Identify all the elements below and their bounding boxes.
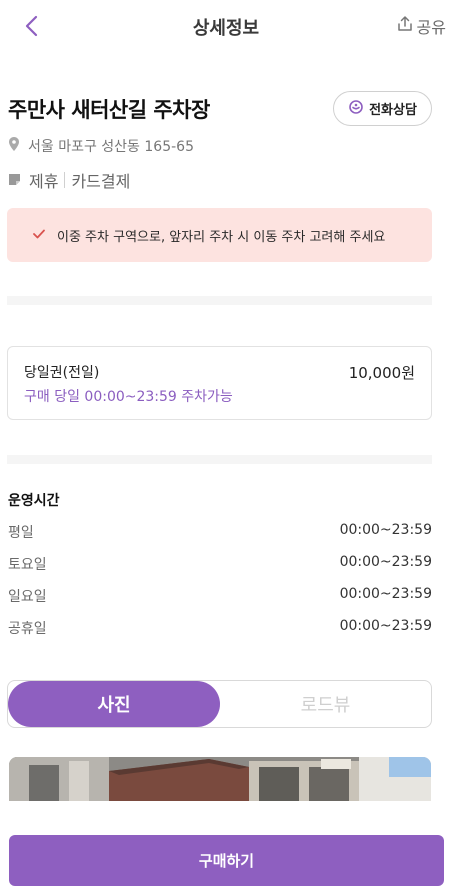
call-consult-button[interactable]: 전화상담 [333,91,432,126]
tag-list: 제휴 카드결제 [8,168,130,192]
operating-hours-title: 운영시간 [8,493,60,509]
hours-day: 일요일 [8,589,47,605]
tag-partner: 제휴 [29,172,59,191]
page-title: 상세정보 [192,18,260,39]
notice-text: 이중 주차 구역으로, 앞자리 주차 시 이동 주차 고려해 주세요 [57,229,386,245]
location-pin-icon [8,136,20,156]
media-tabs: 사진 로드뷰 [7,680,432,728]
hours-day: 토요일 [8,557,47,573]
tag-separator [64,172,66,188]
parking-lot-name: 주만사 새터산길 주차장 [8,98,210,122]
address-text: 서울 마포구 성산동 165-65 [28,139,194,155]
share-button[interactable]: 공유 [396,14,446,38]
share-label: 공유 [416,18,446,37]
ticket-card[interactable]: 당일권(전일) 10,000원 구매 당일 00:00~23:59 주차가능 [7,346,432,420]
hours-row: 공휴일 00:00~23:59 [8,618,432,638]
tag-card-payment: 카드결제 [71,172,131,191]
hours-day: 평일 [8,525,34,541]
hours-time: 00:00~23:59 [339,522,432,538]
section-divider [7,296,432,305]
hours-time: 00:00~23:59 [339,554,432,570]
tag-icon [8,171,21,190]
tab-roadview[interactable]: 로드뷰 [220,681,431,727]
hours-time: 00:00~23:59 [339,586,432,602]
tab-photo[interactable]: 사진 [8,681,220,727]
section-divider [7,455,432,464]
parking-lot-photo[interactable] [9,757,431,801]
purchase-button[interactable]: 구매하기 [9,835,444,886]
hours-row: 평일 00:00~23:59 [8,522,432,542]
top-bar: 상세정보 공유 [0,0,452,56]
hours-row: 토요일 00:00~23:59 [8,554,432,574]
phone-icon [348,99,364,119]
address-line: 서울 마포구 성산동 165-65 [8,136,194,156]
check-icon [33,228,45,243]
ticket-price: 10,000원 [348,364,415,382]
ticket-valid-hours: 구매 당일 00:00~23:59 주차가능 [24,389,233,405]
hours-time: 00:00~23:59 [339,618,432,634]
call-consult-label: 전화상담 [369,103,417,118]
notice-banner: 이중 주차 구역으로, 앞자리 주차 시 이동 주차 고려해 주세요 [7,208,432,262]
hours-row: 일요일 00:00~23:59 [8,586,432,606]
share-icon [396,15,414,37]
ticket-name: 당일권(전일) [24,365,100,381]
hours-day: 공휴일 [8,621,47,637]
